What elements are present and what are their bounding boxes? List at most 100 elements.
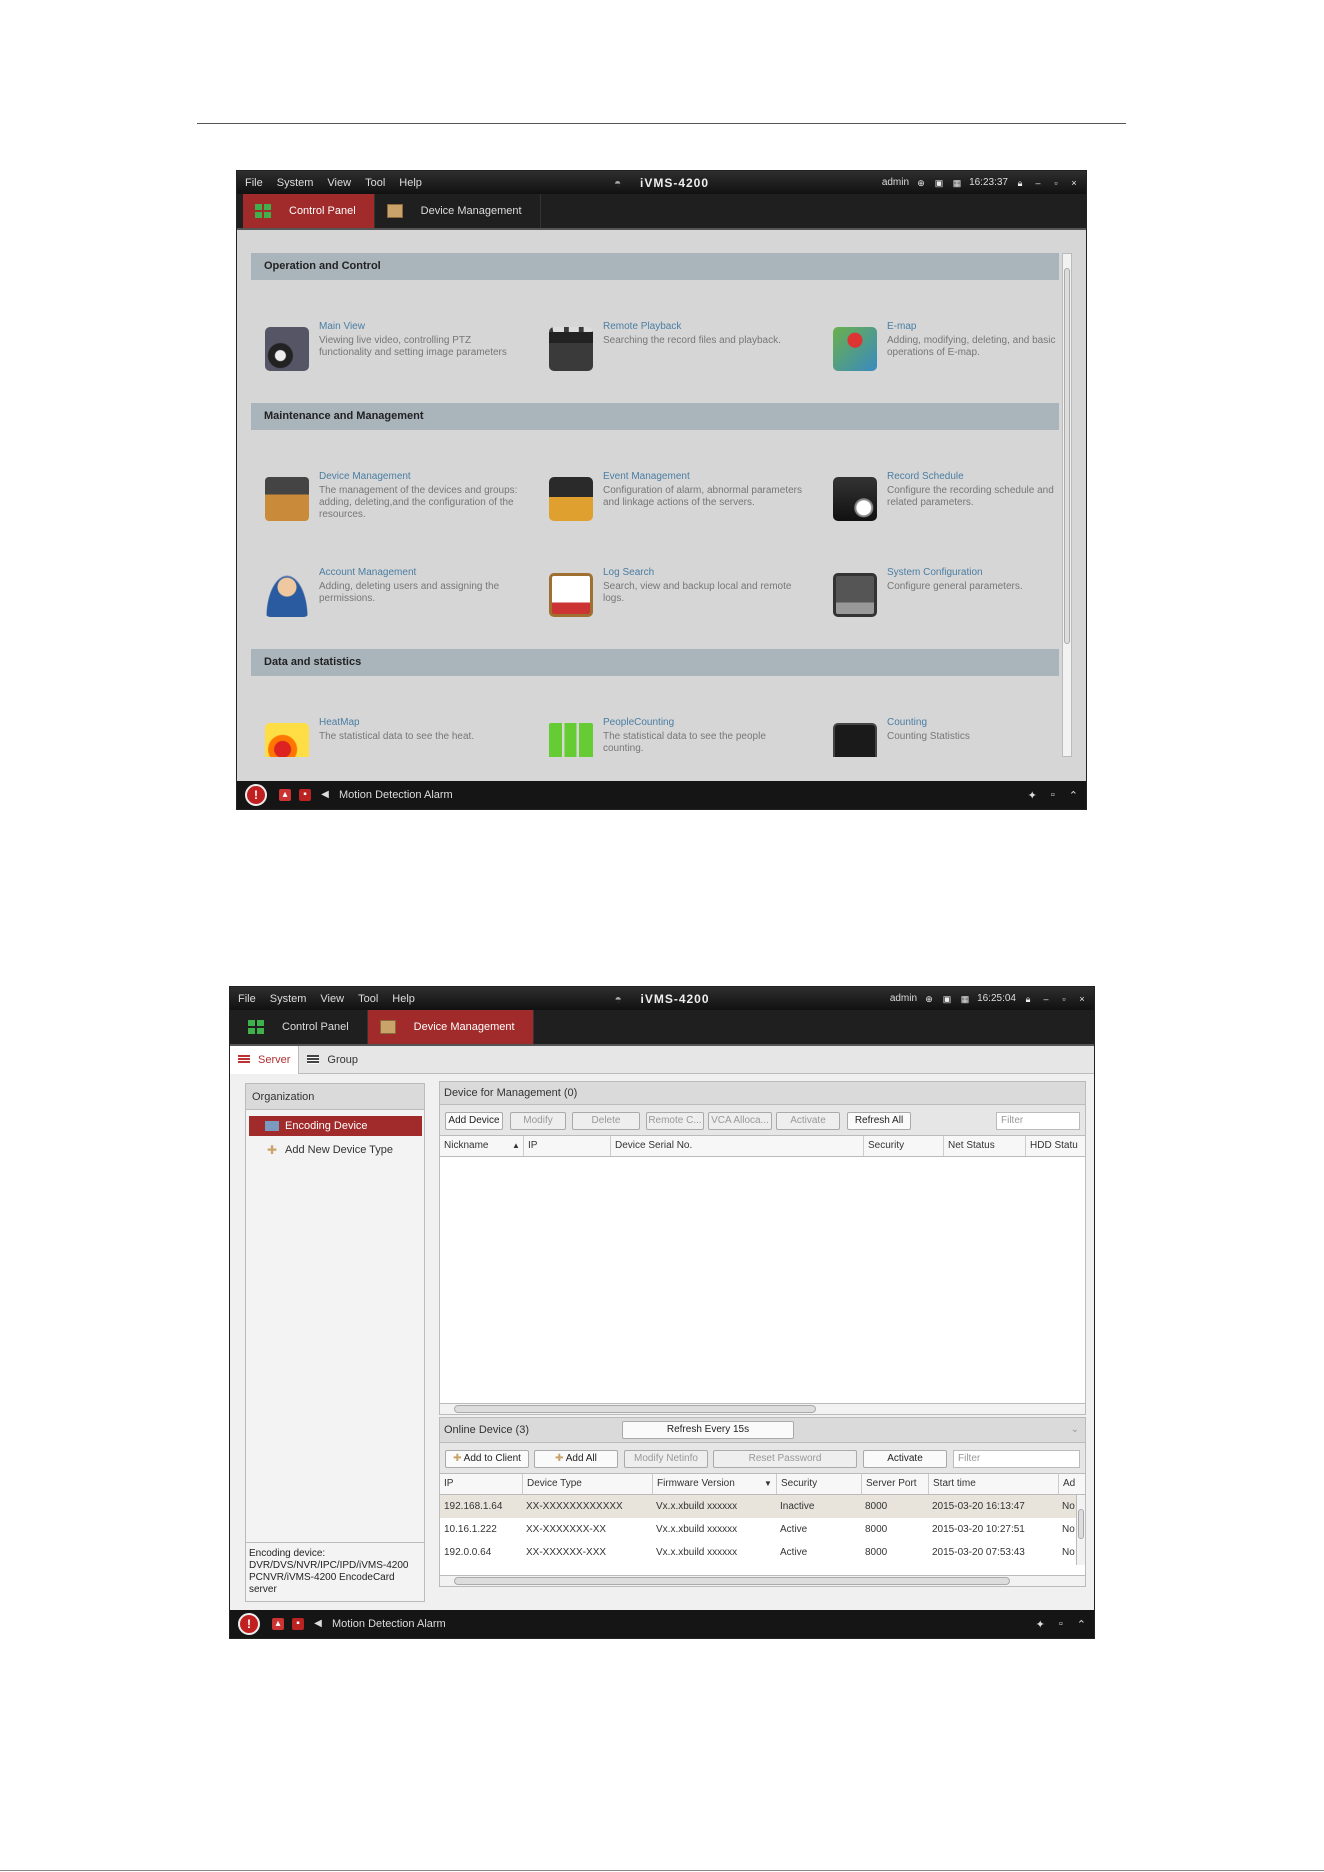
sound-icon[interactable]: ◀︎ xyxy=(312,1618,324,1630)
alarm-icon[interactable]: ! xyxy=(238,1613,260,1635)
sound-icon[interactable]: ◀︎ xyxy=(319,789,331,801)
alarm-output-icon[interactable]: ▴ xyxy=(272,1618,284,1630)
user-name[interactable]: admin xyxy=(890,993,917,1004)
module-device-management[interactable]: Device Management The management of the … xyxy=(251,471,519,531)
cpu-icon[interactable]: ▣ xyxy=(941,993,953,1005)
tab-control-panel[interactable]: Control Panel xyxy=(243,194,375,228)
minimize-icon[interactable]: – xyxy=(1032,177,1044,189)
tab-control-panel[interactable]: Control Panel xyxy=(236,1010,368,1044)
module-main-view[interactable]: Main View Viewing live video, controllin… xyxy=(251,321,519,381)
column-security[interactable]: Security xyxy=(776,1474,817,1494)
globe-icon[interactable]: ⊕ xyxy=(915,177,927,189)
alarm-event-icon[interactable]: ▪ xyxy=(292,1618,304,1630)
tree-item-add-device-type[interactable]: ✚ Add New Device Type xyxy=(249,1140,422,1160)
column-ip[interactable]: IP xyxy=(440,1474,453,1494)
column-security[interactable]: Security xyxy=(863,1136,904,1156)
refresh-every-button[interactable]: Refresh Every 15s xyxy=(622,1421,794,1439)
online-filter-input[interactable]: Filter xyxy=(953,1450,1080,1468)
reset-password-button[interactable]: Reset Password xyxy=(713,1450,857,1468)
table-row[interactable]: 192.168.1.64 XX-XXXXXXXXXXXX Vx.x.xbuild… xyxy=(440,1495,1078,1518)
menu-help[interactable]: Help xyxy=(399,177,422,189)
tab-device-management[interactable]: Device Management xyxy=(375,194,541,228)
column-device-type[interactable]: Device Type xyxy=(522,1474,582,1494)
lock-icon[interactable]: 🔒︎ xyxy=(1022,993,1034,1005)
online-table-hscroll[interactable] xyxy=(439,1575,1086,1587)
collapse-icon[interactable]: ⌄ xyxy=(1071,1418,1079,1442)
module-title[interactable]: Account Management xyxy=(319,567,416,578)
menu-view[interactable]: View xyxy=(320,993,344,1005)
module-title[interactable]: E-map xyxy=(887,321,916,332)
alarm-icon[interactable]: ! xyxy=(245,784,267,806)
alarm-output-icon[interactable]: ▴ xyxy=(279,789,291,801)
minimize-icon[interactable]: – xyxy=(1040,993,1052,1005)
window-icon[interactable]: ▫ xyxy=(1059,1618,1063,1631)
module-title[interactable]: Main View xyxy=(319,321,365,332)
module-system-configuration[interactable]: System Configuration Configure general p… xyxy=(819,567,1059,627)
tab-device-management[interactable]: Device Management xyxy=(367,1010,534,1044)
pin-icon[interactable]: ✦ xyxy=(1036,1618,1045,1631)
column-added[interactable]: Ad xyxy=(1058,1474,1075,1494)
module-remote-playback[interactable]: Remote Playback Searching the record fil… xyxy=(535,321,803,381)
add-all-button[interactable]: ✚ Add All xyxy=(534,1450,618,1468)
sort-ascending-icon[interactable]: ▲ xyxy=(508,1136,520,1156)
table-row[interactable]: 192.0.0.64 XX-XXXXXX-XXX Vx.x.xbuild xxx… xyxy=(440,1541,1078,1564)
menu-tool[interactable]: Tool xyxy=(365,177,385,189)
menu-help[interactable]: Help xyxy=(392,993,415,1005)
module-people-counting[interactable]: PeopleCounting The statistical data to s… xyxy=(535,717,803,757)
module-title[interactable]: Record Schedule xyxy=(887,471,964,482)
scrollbar-thumb[interactable] xyxy=(454,1405,816,1413)
menu-view[interactable]: View xyxy=(327,177,351,189)
module-title[interactable]: Device Management xyxy=(319,471,411,482)
sort-descending-icon[interactable]: ▼ xyxy=(760,1474,772,1494)
module-e-map[interactable]: E-map Adding, modifying, deleting, and b… xyxy=(819,321,1059,381)
expand-up-icon[interactable]: ⌃ xyxy=(1077,1618,1086,1631)
refresh-all-button[interactable]: Refresh All xyxy=(847,1112,911,1130)
column-firmware[interactable]: Firmware Version xyxy=(652,1474,735,1494)
pin-icon[interactable]: ✦ xyxy=(1028,789,1037,802)
module-record-schedule[interactable]: Record Schedule Configure the recording … xyxy=(819,471,1059,531)
globe-icon[interactable]: ⊕ xyxy=(923,993,935,1005)
scrollbar-thumb[interactable] xyxy=(1078,1509,1084,1539)
menu-file[interactable]: File xyxy=(238,993,256,1005)
column-serial[interactable]: Device Serial No. xyxy=(610,1136,692,1156)
cpu-icon[interactable]: ▣ xyxy=(933,177,945,189)
device-filter-input[interactable]: Filter xyxy=(996,1112,1080,1130)
online-table-vscroll[interactable] xyxy=(1076,1495,1085,1565)
column-ip[interactable]: IP xyxy=(523,1136,537,1156)
module-title[interactable]: System Configuration xyxy=(887,567,983,578)
activate-button[interactable]: Activate xyxy=(776,1112,840,1130)
close-icon[interactable]: × xyxy=(1068,177,1080,189)
subtab-group[interactable]: Group xyxy=(299,1046,366,1074)
online-activate-button[interactable]: Activate xyxy=(863,1450,947,1468)
calendar-icon[interactable]: ▦ xyxy=(951,177,963,189)
scrollbar-thumb[interactable] xyxy=(454,1577,1010,1585)
module-title[interactable]: Log Search xyxy=(603,567,654,578)
scrollbar-thumb[interactable] xyxy=(1064,268,1070,644)
column-nickname[interactable]: Nickname xyxy=(440,1136,488,1156)
modify-netinfo-button[interactable]: Modify Netinfo xyxy=(624,1450,708,1468)
menu-tool[interactable]: Tool xyxy=(358,993,378,1005)
tree-item-encoding-device[interactable]: Encoding Device xyxy=(249,1116,422,1136)
window-icon[interactable]: ▫ xyxy=(1051,789,1055,802)
table-row[interactable]: 10.16.1.222 XX-XXXXXXX-XX Vx.x.xbuild xx… xyxy=(440,1518,1078,1541)
maximize-icon[interactable]: ▫ xyxy=(1058,993,1070,1005)
alarm-event-icon[interactable]: ▪ xyxy=(299,789,311,801)
module-event-management[interactable]: Event Management Configuration of alarm,… xyxy=(535,471,803,531)
column-server-port[interactable]: Server Port xyxy=(861,1474,917,1494)
module-title[interactable]: Event Management xyxy=(603,471,690,482)
calendar-icon[interactable]: ▦ xyxy=(959,993,971,1005)
user-name[interactable]: admin xyxy=(882,177,909,188)
menu-system[interactable]: System xyxy=(277,177,314,189)
control-panel-scrollbar[interactable] xyxy=(1062,253,1072,757)
module-counting[interactable]: Counting Counting Statistics xyxy=(819,717,1059,757)
module-title[interactable]: Remote Playback xyxy=(603,321,681,332)
device-table-hscroll[interactable] xyxy=(439,1403,1086,1415)
vca-allocation-button[interactable]: VCA Alloca... xyxy=(708,1112,772,1130)
menu-system[interactable]: System xyxy=(270,993,307,1005)
close-icon[interactable]: × xyxy=(1076,993,1088,1005)
module-log-search[interactable]: Log Search Search, view and backup local… xyxy=(535,567,803,627)
column-hdd-status[interactable]: HDD Statu xyxy=(1025,1136,1078,1156)
column-start-time[interactable]: Start time xyxy=(928,1474,976,1494)
module-title[interactable]: Counting xyxy=(887,717,927,728)
lock-icon[interactable]: 🔒︎ xyxy=(1014,177,1026,189)
